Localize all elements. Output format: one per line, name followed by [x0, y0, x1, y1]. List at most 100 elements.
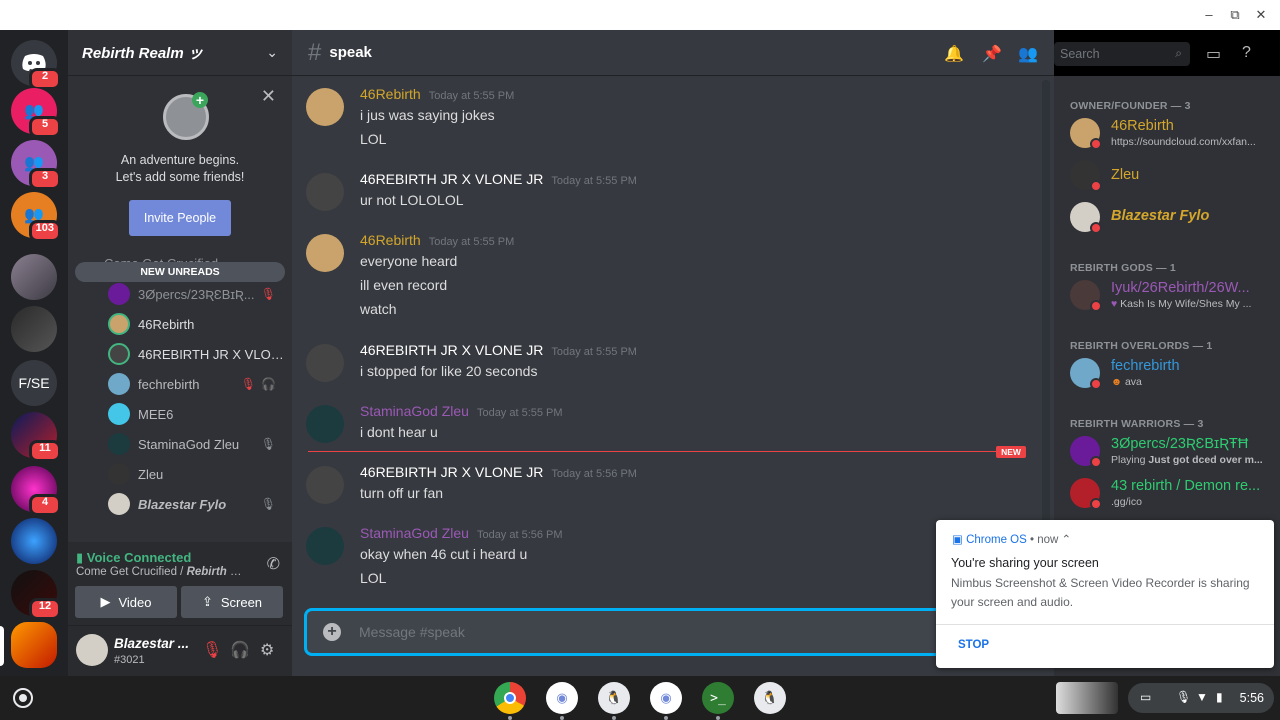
voice-connected-panel: ▮ Voice Connected Come Get Crucified / R… [68, 542, 292, 626]
message-author: 46REBIRTH JR X VLONE JR Today at 5:55 PM [360, 171, 637, 187]
mute-microphone-icon[interactable]: 🎙 [202, 640, 222, 660]
headphones-icon[interactable]: 🎧 [230, 640, 250, 660]
unread-badge: 12 [29, 598, 61, 620]
member-item[interactable]: Iyuk/26Rebirth/26W... ♥ Kash Is My Wife/… [1070, 278, 1270, 314]
member-item[interactable]: Blazestar Fylo [1070, 200, 1270, 236]
launcher-icon[interactable] [13, 688, 33, 708]
message-text: watch [360, 301, 397, 317]
close-icon[interactable]: ✕ [261, 86, 276, 107]
server-icon-3[interactable]: 11 [11, 412, 61, 462]
minimize-button[interactable]: – [1200, 6, 1218, 24]
member-item[interactable]: 43 rebirth / Demon re... .gg/ico [1070, 476, 1270, 512]
screenshot-thumbnail[interactable] [1056, 682, 1118, 714]
user-tag: #3021 [114, 654, 145, 666]
member-item[interactable]: 46Rebirth https://soundcloud.com/xxfan..… [1070, 116, 1270, 152]
server-header[interactable]: Rebirth Realm ッ ⌄ [68, 30, 292, 76]
avatar [306, 466, 344, 504]
home-button[interactable]: 2 [11, 40, 61, 90]
close-window-button[interactable]: ✕ [1252, 6, 1270, 24]
member-item[interactable]: fechrebirth ☻ ava [1070, 356, 1270, 392]
unread-badge: 5 [29, 116, 61, 138]
inbox-icon[interactable]: ▭ [1206, 44, 1221, 64]
server-icon-rebirth[interactable] [11, 622, 57, 668]
screen-share-button[interactable]: ⇪ Screen [181, 586, 283, 618]
voice-user[interactable]: 46Rebirth [108, 311, 292, 337]
avatar [108, 343, 130, 365]
server-rail: 2 👥 5 👥 3 👥 103 F/SE 11 4 12 [0, 30, 68, 676]
search-box[interactable]: Search ⌕ [1054, 42, 1190, 66]
voice-user[interactable]: StaminaGod Zleu 🎙 [108, 431, 292, 457]
message-input[interactable] [359, 620, 919, 644]
pin-icon[interactable]: 📌 [982, 44, 1002, 64]
dm-avatar-1[interactable]: 👥 5 [11, 88, 61, 138]
server-icon-2[interactable] [11, 306, 57, 352]
video-button-label: Video [118, 594, 152, 610]
clock: 5:56 [1239, 691, 1264, 705]
server-icon-blaze[interactable] [11, 518, 57, 564]
member-name: fechrebirth [1111, 358, 1180, 374]
voice-connection-details: Come Get Crucified / Rebirth Re... [76, 566, 246, 578]
channel-name: speak [329, 44, 372, 61]
notification-body: Nimbus Screenshot & Screen Video Recorde… [951, 576, 1250, 609]
discord-app-icon[interactable]: ◉ [546, 682, 578, 714]
message-author: StaminaGod Zleu Today at 5:55 PM [360, 403, 563, 419]
member-item[interactable]: Zleu [1070, 158, 1270, 194]
message[interactable]: 46REBIRTH JR X VLONE JR Today at 5:55 PM … [306, 342, 1036, 382]
voice-user[interactable]: 3Øpercs/23ƦƐBɪƦ... 🎙 [108, 281, 292, 307]
server-icon-1[interactable] [11, 254, 57, 300]
voice-user[interactable]: 46REBIRTH JR X VLONE ... [108, 341, 292, 367]
server-icon-fse[interactable]: F/SE [11, 360, 57, 406]
voice-user[interactable]: Blazestar Fylo 🎙 [108, 491, 292, 517]
author-name: 46Rebirth [360, 86, 421, 102]
message[interactable]: 46REBIRTH JR X VLONE JR Today at 5:56 PM … [306, 464, 1036, 504]
voice-user[interactable]: fechrebirth 🎙 🎧 [108, 371, 292, 397]
message[interactable]: StaminaGod Zleu Today at 5:55 PM i dont h… [306, 403, 1036, 443]
dm-avatar-2[interactable]: 👥 3 [11, 140, 61, 190]
linux-app-icon[interactable]: 🐧 [754, 682, 786, 714]
add-friend-icon: + [192, 92, 208, 108]
settings-gear-icon[interactable]: ⚙ [260, 640, 274, 660]
member-list-icon[interactable]: 👥 [1018, 44, 1038, 64]
message[interactable]: StaminaGod Zleu Today at 5:56 PM okay whe… [306, 525, 1036, 589]
member-status-prefix: Playing [1111, 454, 1149, 466]
dm-avatar-3[interactable]: 👥 103 [11, 192, 61, 242]
member-activity: Just got dced over m... [1148, 454, 1263, 466]
system-tray[interactable]: ▭ 🎙 ▼ ▮ 5:56 [1128, 683, 1274, 713]
video-button[interactable]: ▶ Video [75, 586, 177, 618]
maximize-button[interactable]: ⧉ [1226, 6, 1244, 24]
deafened-icon: 🎙 [260, 287, 276, 301]
new-unreads-pill[interactable]: NEW UNREADS [75, 262, 285, 282]
attach-plus-icon[interactable]: + [323, 623, 341, 641]
timestamp: Today at 5:55 PM [551, 175, 637, 187]
message-text: ur not LOLOLOL [360, 192, 464, 208]
avatar [306, 234, 344, 272]
invite-people-button[interactable]: Invite People [129, 200, 231, 236]
unread-badge: 11 [29, 440, 61, 462]
voice-user[interactable]: Zleu [108, 461, 292, 487]
author-name: 46Rebirth [360, 232, 421, 248]
avatar[interactable] [76, 634, 108, 666]
message[interactable]: 46Rebirth Today at 5:55 PM i jus was sayi… [306, 86, 1036, 150]
chrome-app-icon[interactable] [494, 682, 526, 714]
message[interactable]: 46Rebirth Today at 5:55 PM everyone heard… [306, 232, 1036, 320]
member-status-text: Kash Is My Wife/Shes My ... [1120, 298, 1252, 310]
discord-app-icon[interactable]: ◉ [650, 682, 682, 714]
server-icon-4[interactable]: 4 [11, 466, 61, 516]
message-author: 46Rebirth Today at 5:55 PM [360, 86, 514, 102]
avatar [306, 527, 344, 565]
dnd-status-icon [1090, 498, 1102, 510]
window-title-bar: – ⧉ ✕ [0, 0, 1280, 30]
help-icon[interactable]: ? [1242, 44, 1251, 62]
member-item[interactable]: 3Øpercs/23ƦƐBɪƦŦĦ Playing Just got dced … [1070, 434, 1270, 470]
server-icon-5[interactable]: 12 [11, 570, 61, 620]
author-name: StaminaGod Zleu [360, 403, 469, 419]
bell-icon[interactable]: 🔔 [944, 44, 964, 64]
camera-icon: ▶ [100, 594, 111, 609]
voice-connected-status[interactable]: ▮ Voice Connected [76, 550, 191, 566]
voice-user[interactable]: MEE6 [108, 401, 292, 427]
terminal-app-icon[interactable]: >_ [702, 682, 734, 714]
disconnect-icon[interactable]: ✆ [267, 554, 280, 574]
linux-app-icon[interactable]: 🐧 [598, 682, 630, 714]
message[interactable]: 46REBIRTH JR X VLONE JR Today at 5:55 PM … [306, 171, 1036, 211]
stop-sharing-button[interactable]: STOP [958, 639, 989, 651]
